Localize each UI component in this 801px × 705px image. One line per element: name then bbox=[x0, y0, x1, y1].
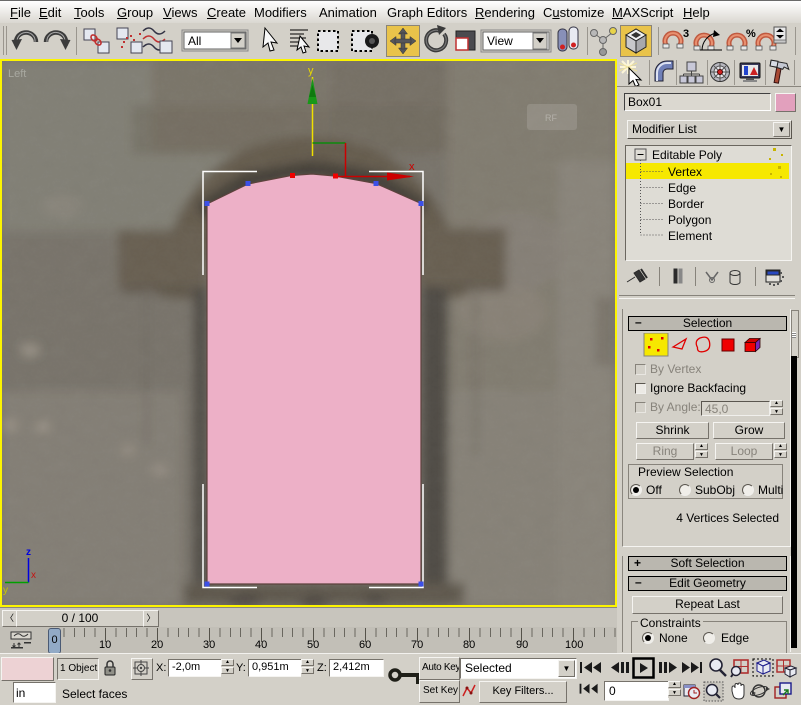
svg-text:View: View bbox=[487, 34, 513, 48]
svg-text:Editable Poly: Editable Poly bbox=[652, 148, 722, 162]
svg-text:Vertex: Vertex bbox=[668, 165, 702, 179]
svg-text:y: y bbox=[3, 585, 8, 596]
svg-text:3: 3 bbox=[683, 28, 689, 40]
svg-text:RF: RF bbox=[545, 113, 557, 123]
svg-text:x: x bbox=[409, 161, 415, 173]
svg-text:Border: Border bbox=[668, 197, 704, 211]
svg-text:Left: Left bbox=[8, 68, 26, 80]
svg-text:Element: Element bbox=[668, 229, 713, 243]
svg-text:All: All bbox=[188, 34, 201, 48]
svg-text:%: % bbox=[746, 28, 756, 40]
svg-text:Polygon: Polygon bbox=[668, 213, 711, 227]
svg-text:Edge: Edge bbox=[668, 181, 696, 195]
svg-text:z: z bbox=[26, 547, 31, 558]
svg-text:y: y bbox=[308, 65, 314, 77]
svg-text:x: x bbox=[31, 570, 36, 581]
